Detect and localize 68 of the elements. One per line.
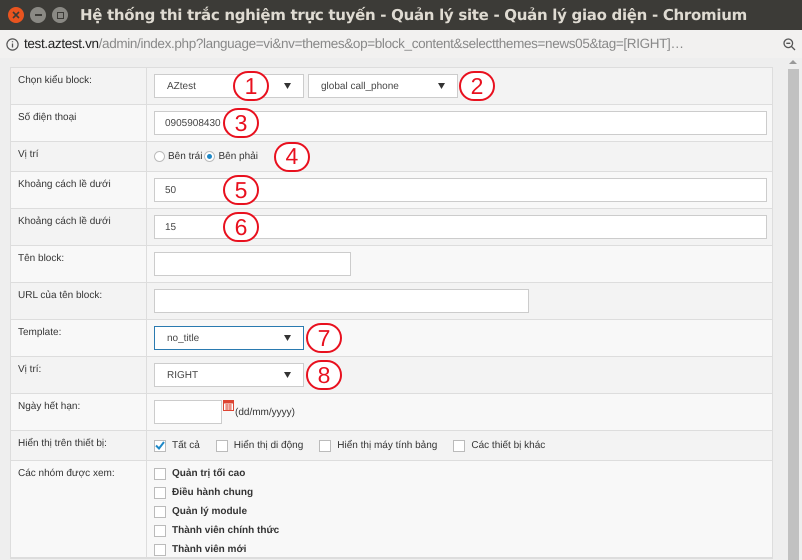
field-label: Hiển thị trên thiết bị: — [18, 438, 107, 449]
checkbox[interactable] — [154, 506, 166, 518]
url-text[interactable]: test.aztest.vn/admin/index.php?language=vi&nv=themes&op=block_content&selectthemes=news05&tag=[RIGHT]… — [24, 34, 778, 54]
field-label: Khoảng cách lề dưới — [18, 179, 111, 190]
checkbox-label: Quản trị tối cao — [172, 467, 246, 481]
radio-button[interactable] — [154, 151, 165, 162]
field-label: Ngày hết hạn: — [18, 401, 80, 412]
checkbox[interactable] — [154, 544, 166, 556]
annotation-number: 4 — [274, 142, 310, 172]
input-field[interactable]: 15 6 — [154, 215, 767, 239]
checkbox-label: Hiển thị di động — [234, 438, 304, 453]
field-label: URL của tên block: — [18, 290, 102, 301]
minimize-icon[interactable] — [30, 7, 46, 23]
field-label: Tên block: — [18, 253, 64, 264]
zoom-icon[interactable] — [783, 38, 796, 50]
annotation-number: 3 — [223, 108, 259, 138]
checkbox[interactable] — [216, 440, 228, 452]
field-label: Các nhóm được xem: — [18, 468, 115, 479]
checkbox[interactable] — [154, 440, 166, 452]
checkbox-label: Thành viên chính thức — [172, 524, 280, 538]
window-title: Hệ thống thi trắc nghiệm trực tuyến - Quản lý site - Quản lý giao diện - Chromium — [80, 4, 747, 26]
check-icon — [155, 441, 165, 450]
checkbox[interactable] — [319, 440, 332, 452]
input-field[interactable]: 0905908430 3 — [154, 111, 767, 135]
date-format-hint: (dd/mm/yyyy) — [235, 406, 295, 420]
caret-icon — [284, 372, 291, 378]
dropdown[interactable]: RIGHT — [154, 363, 304, 387]
dropdown[interactable]: AZtest 1 — [154, 74, 304, 98]
caret-icon — [284, 83, 291, 89]
dropdown[interactable]: global call_phone — [308, 74, 458, 98]
checkbox[interactable] — [154, 487, 166, 499]
input-field[interactable] — [154, 289, 529, 313]
annotation-number: 8 — [306, 360, 342, 390]
annotation-number: 5 — [223, 175, 259, 205]
checkbox[interactable] — [453, 440, 466, 452]
dropdown[interactable]: no_title — [154, 326, 304, 350]
field-label: Vị trí — [18, 149, 39, 160]
checkbox-label: Tất cả — [172, 439, 200, 453]
annotation-number: 1 — [233, 71, 269, 101]
radio-label: Bên phải — [218, 150, 258, 164]
checkbox-label: Quản lý module — [172, 505, 248, 519]
caret-icon — [438, 83, 445, 89]
scrollbar[interactable] — [787, 58, 799, 560]
checkbox[interactable] — [154, 525, 166, 537]
field-label: Số điện thoại — [18, 112, 76, 123]
checkbox-label: Điều hành chung — [172, 486, 254, 500]
field-label: Chọn kiểu block: — [18, 75, 92, 86]
checkbox-label: Các thiết bị khác — [471, 439, 546, 453]
date-input[interactable] — [154, 400, 222, 424]
field-label: Khoảng cách lề dưới — [18, 216, 111, 227]
info-icon[interactable] — [6, 38, 19, 50]
input-field[interactable]: 50 5 — [154, 178, 767, 202]
checkbox-label: Thành viên mới — [172, 543, 246, 557]
field-label: Template: — [18, 327, 62, 338]
annotation-number: 6 — [223, 212, 259, 242]
annotation-number: 2 — [459, 71, 495, 101]
radio-button[interactable] — [204, 151, 216, 162]
calendar-icon[interactable] — [223, 400, 234, 411]
field-label: Vị trí: — [18, 364, 42, 375]
checkbox-label: Hiển thị máy tính bảng — [337, 438, 438, 453]
checkbox[interactable] — [154, 468, 166, 480]
maximize-icon[interactable] — [52, 7, 68, 23]
input-field[interactable] — [154, 252, 351, 276]
radio-label: Bên trái — [168, 150, 202, 164]
annotation-number: 7 — [306, 323, 342, 353]
scroll-up-icon[interactable] — [789, 60, 797, 64]
close-icon[interactable] — [8, 7, 24, 23]
caret-icon — [284, 335, 291, 341]
